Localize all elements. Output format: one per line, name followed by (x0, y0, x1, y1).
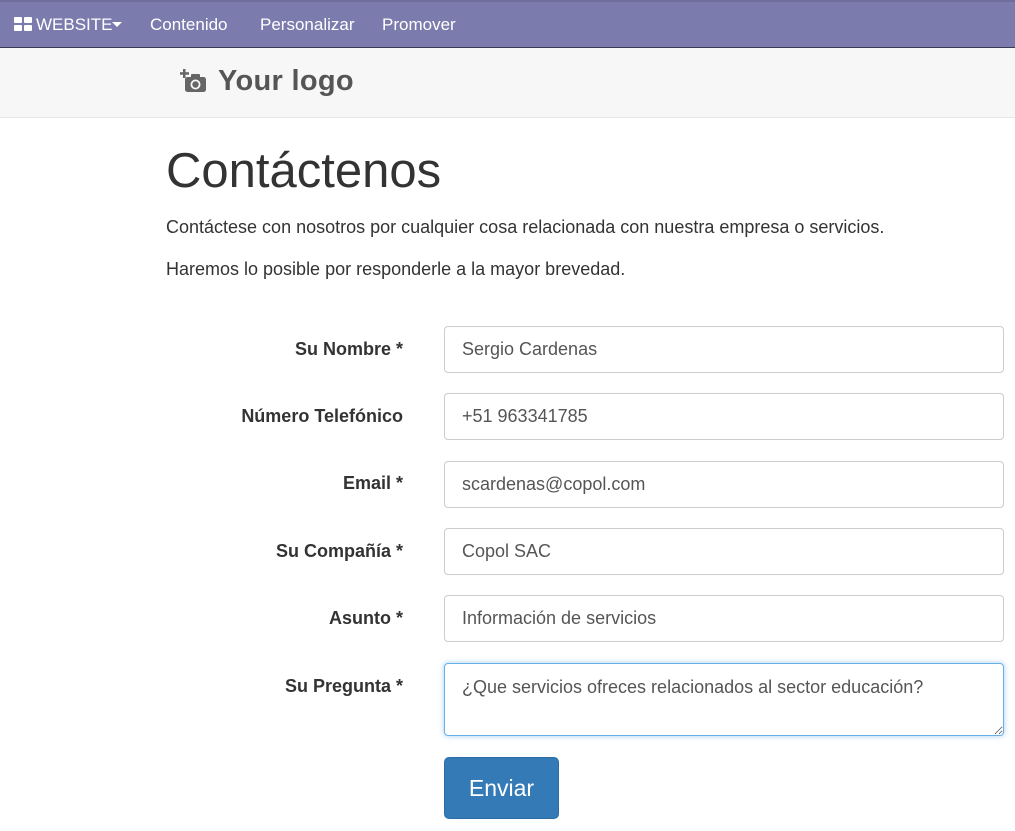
website-app-menu[interactable]: WEBSITE (0, 0, 134, 47)
apps-grid-icon (14, 17, 32, 31)
logo-text: Your logo (218, 65, 354, 97)
company-input[interactable] (444, 528, 1004, 575)
intro-text: Contáctese con nosotros por cualquier co… (166, 217, 885, 237)
phone-input[interactable] (444, 393, 1004, 440)
phone-label: Número Telefónico (241, 406, 403, 426)
website-menu-label: WEBSITE (36, 15, 113, 34)
intro-text-secondary: Haremos lo posible por responderle a la … (166, 259, 626, 279)
question-label: Su Pregunta * (284, 676, 403, 696)
add-photo-icon (180, 69, 206, 92)
top-navbar: WEBSITE Contenido Personalizar Promover (0, 0, 1015, 48)
submit-button[interactable]: Enviar (444, 757, 559, 819)
menu-promote[interactable]: Promover (382, 0, 456, 47)
email-input[interactable] (444, 461, 1004, 508)
subject-input[interactable] (444, 595, 1004, 642)
menu-content[interactable]: Contenido (150, 0, 228, 47)
subject-label: Asunto * (329, 608, 403, 628)
company-label: Su Compañía * (275, 541, 403, 561)
question-textarea[interactable]: ¿Que servicios ofreces relacionados al s… (444, 663, 1004, 736)
name-label: Su Nombre * (294, 339, 403, 359)
site-logo[interactable]: Your logo (166, 60, 370, 106)
name-input[interactable] (444, 326, 1004, 373)
page-title: Contáctenos (166, 144, 442, 198)
menu-customize[interactable]: Personalizar (260, 0, 355, 47)
email-label: Email * (342, 473, 403, 493)
site-header: Your logo (0, 48, 1015, 118)
chevron-down-icon (112, 22, 122, 27)
